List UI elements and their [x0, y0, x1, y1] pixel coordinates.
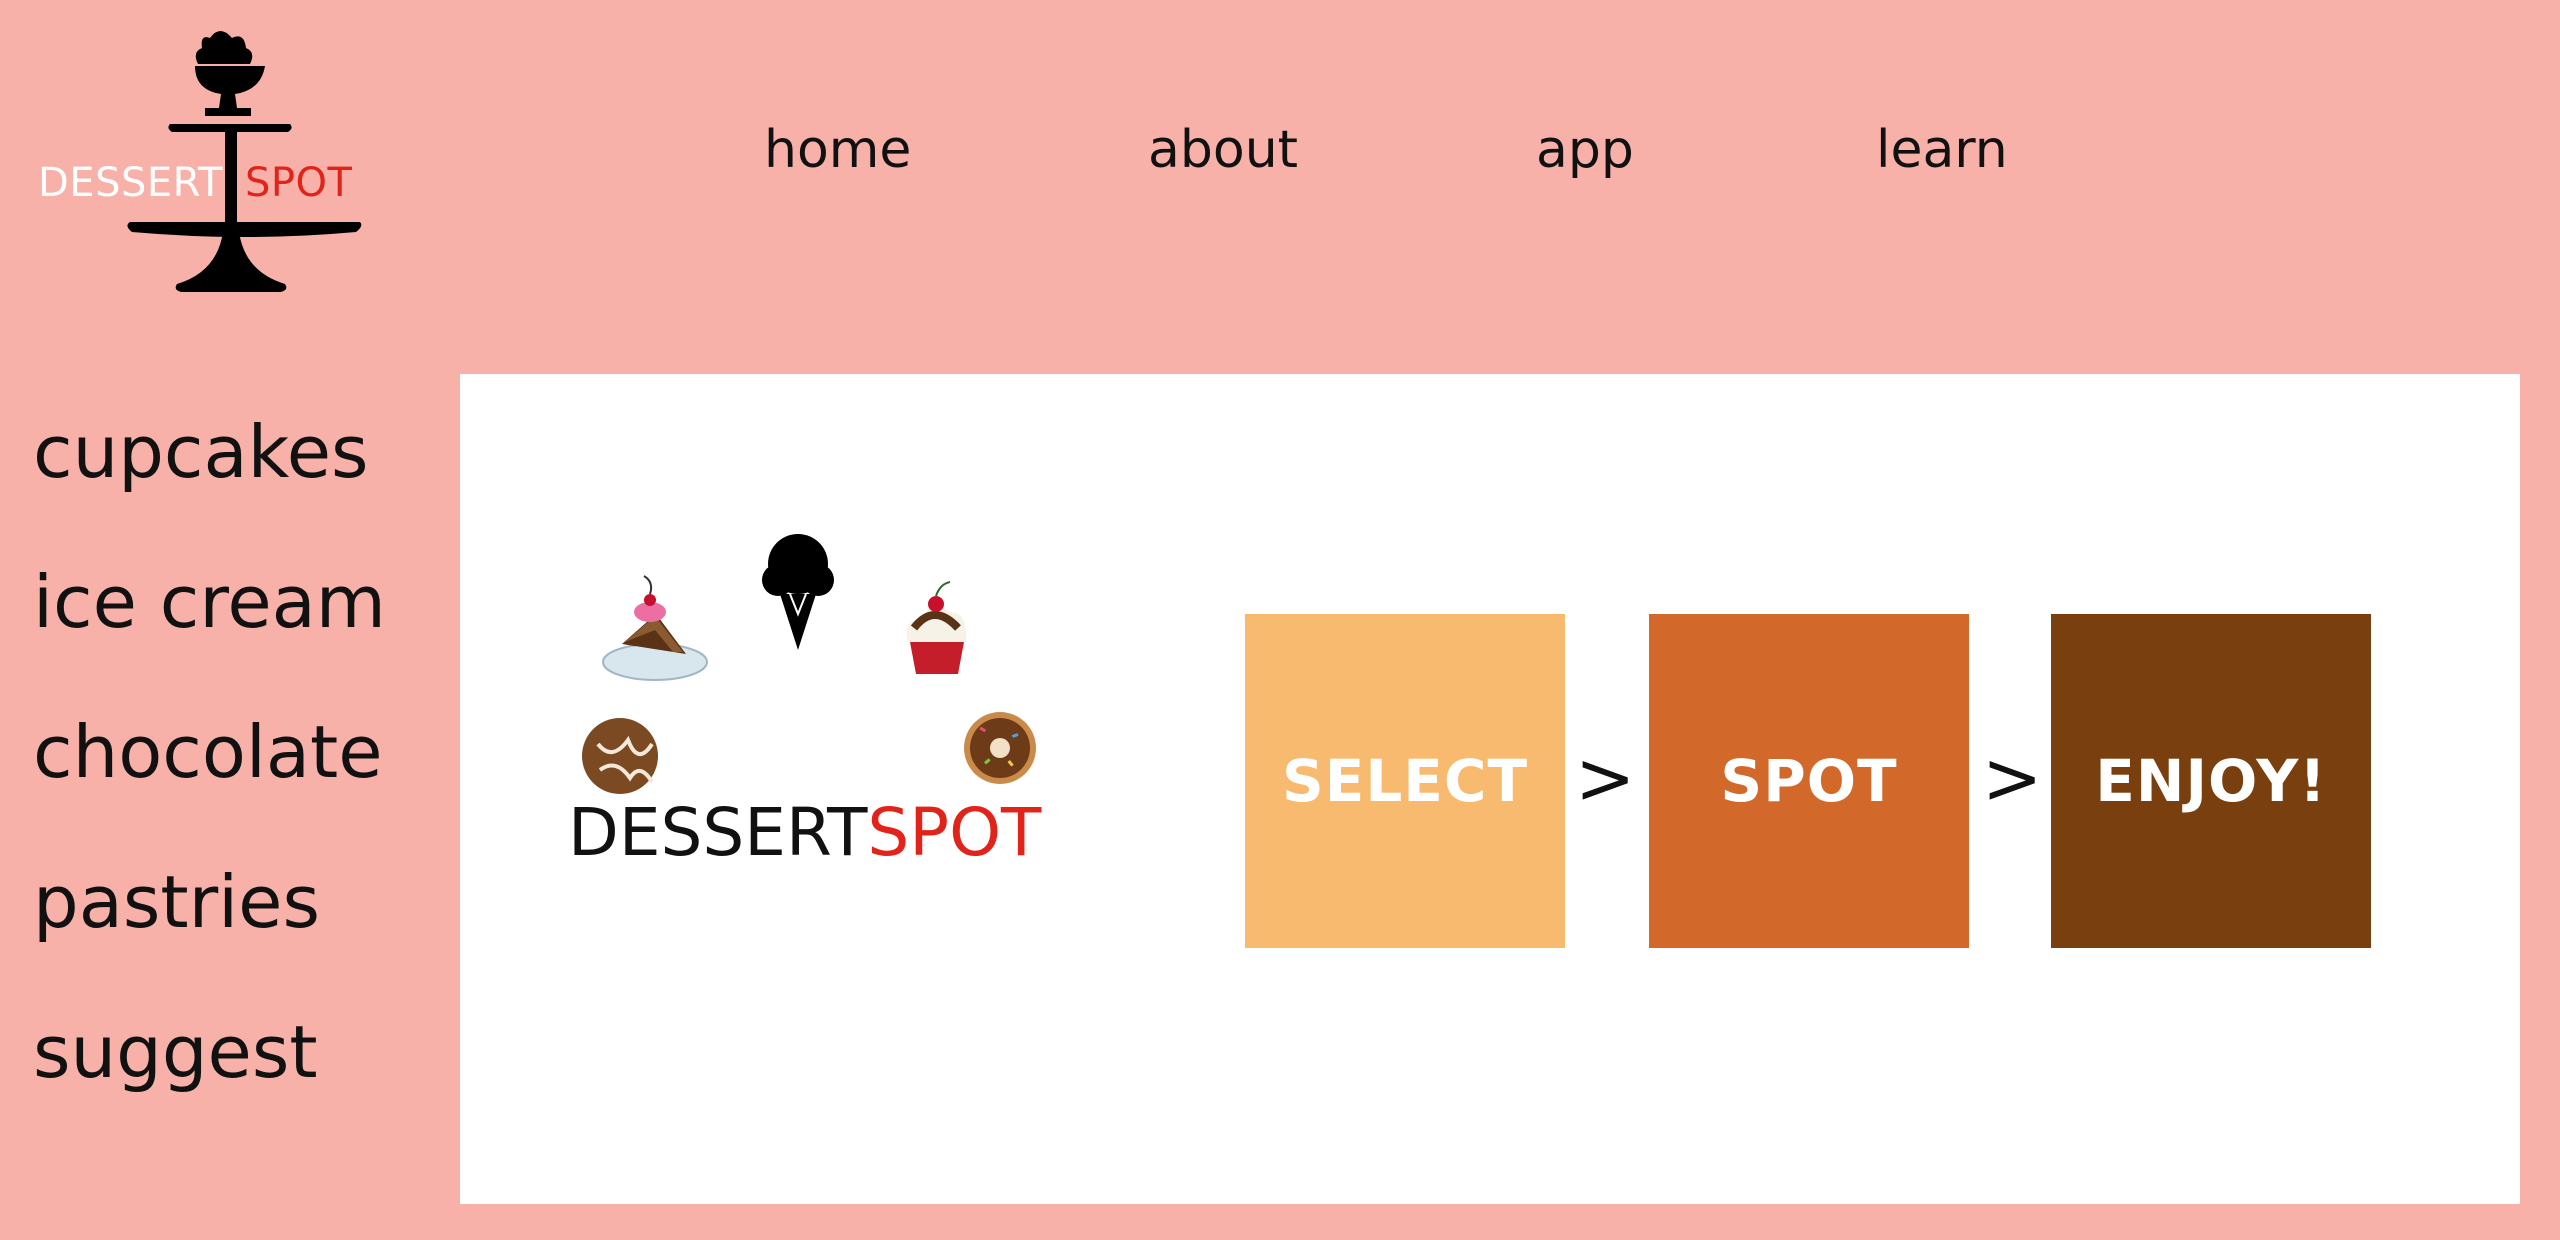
logo-text-dessert: DESSERT: [38, 160, 223, 206]
cake-slice-icon: [602, 575, 708, 681]
sidebar-item-chocolate[interactable]: chocolate: [33, 710, 383, 794]
nav-home[interactable]: home: [764, 120, 911, 180]
donut-icon: [964, 712, 1036, 784]
logo-text-spot: SPOT: [245, 160, 353, 206]
sidebar-item-suggest[interactable]: suggest: [33, 1010, 318, 1094]
site-logo[interactable]: DESSERT SPOT: [30, 20, 370, 310]
sidebar-item-ice-cream[interactable]: ice cream: [33, 560, 386, 644]
step-select: SELECT: [1245, 614, 1565, 948]
step-enjoy: ENJOY!: [2051, 614, 2371, 948]
nav-about[interactable]: about: [1148, 120, 1298, 180]
brand-wordmark: DESSERTSPOT: [568, 794, 1041, 871]
cookie-icon: [582, 718, 658, 794]
step-separator: >: [1575, 736, 1636, 820]
sidebar-item-cupcakes[interactable]: cupcakes: [33, 410, 369, 494]
brand-spot: SPOT: [867, 794, 1042, 871]
step-separator: >: [1982, 736, 2043, 820]
brand-dessert: DESSERT: [568, 794, 868, 871]
nav-learn[interactable]: learn: [1876, 120, 2008, 180]
nav-app[interactable]: app: [1536, 120, 1634, 180]
main-panel: DESSERTSPOT SELECT > SPOT > ENJOY!: [460, 374, 2520, 1204]
cupcake-icon: [906, 581, 967, 674]
ice-cream-cone-icon: [762, 534, 834, 650]
step-spot: SPOT: [1649, 614, 1969, 948]
dessert-illustrations: [582, 534, 1036, 794]
sidebar-item-pastries[interactable]: pastries: [33, 860, 320, 944]
